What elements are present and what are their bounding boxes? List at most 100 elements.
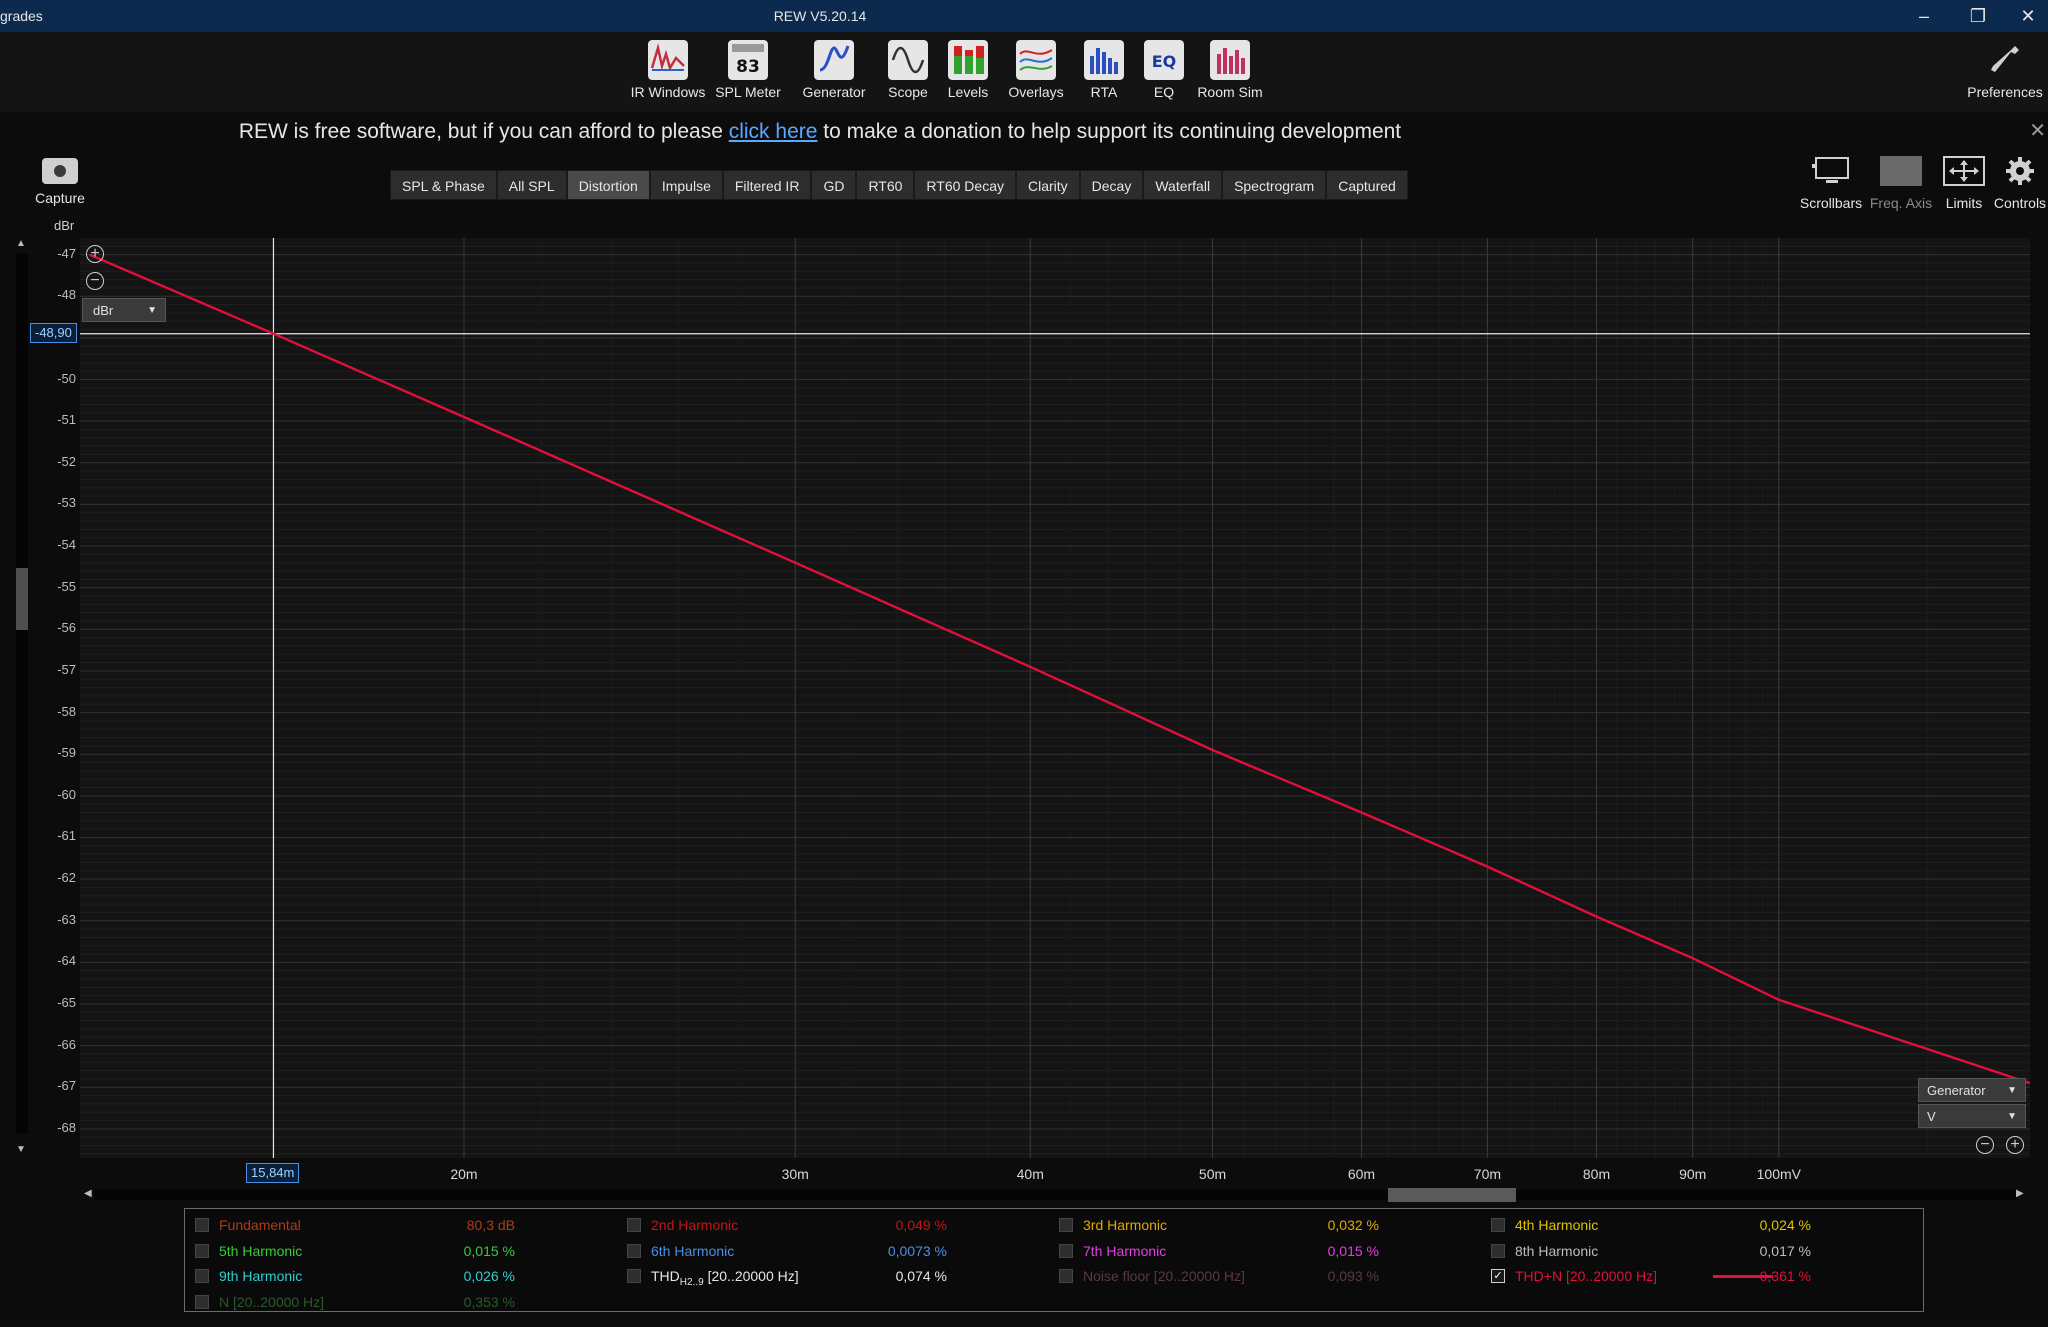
close-button[interactable]: ✕ xyxy=(2008,2,2048,30)
ir-windows-button[interactable]: IR Windows xyxy=(626,40,710,100)
y-tick-label: -62 xyxy=(57,870,76,886)
legend-value: 0,024 % xyxy=(1759,1217,1811,1233)
legend-checkbox[interactable] xyxy=(1059,1218,1073,1232)
horizontal-scroll-track[interactable] xyxy=(94,1190,2016,1200)
generator-unit-select[interactable]: V ▼ xyxy=(1918,1104,2026,1128)
tab-rt60[interactable]: RT60 xyxy=(856,170,915,200)
chevron-down-icon: ▼ xyxy=(2007,1111,2017,1122)
distortion-plot[interactable] xyxy=(80,238,2030,1158)
tab-decay[interactable]: Decay xyxy=(1079,170,1144,200)
legend-label: Fundamental xyxy=(219,1217,301,1233)
tab-waterfall[interactable]: Waterfall xyxy=(1143,170,1223,200)
tab-filtered-ir[interactable]: Filtered IR xyxy=(722,170,812,200)
freq-axis-button[interactable]: Freq. Axis xyxy=(1868,156,1934,211)
x-tick-label: 30m xyxy=(781,1166,809,1182)
tab-captured[interactable]: Captured xyxy=(1326,170,1408,200)
legend-value: 0,032 % xyxy=(1327,1217,1379,1233)
legend-checkbox[interactable] xyxy=(1491,1218,1505,1232)
horizontal-scrollbar[interactable]: ◀ ▶ xyxy=(84,1186,2026,1204)
legend-item[interactable]: 4th Harmonic 0,024 % xyxy=(1491,1215,1911,1235)
limits-button[interactable]: Limits xyxy=(1938,156,1990,211)
zoom-in-y-icon[interactable]: + xyxy=(86,245,104,263)
legend-checkbox[interactable] xyxy=(195,1243,209,1258)
minimize-button[interactable]: – xyxy=(1904,2,1944,30)
scrollbars-button[interactable]: Scrollbars xyxy=(1796,156,1866,211)
y-tick-label: -56 xyxy=(57,620,76,636)
legend-checkbox[interactable] xyxy=(1059,1243,1073,1258)
legend-checkbox[interactable] xyxy=(195,1218,209,1232)
tab-spl-phase[interactable]: SPL & Phase xyxy=(390,170,497,200)
x-tick-label: 40m xyxy=(1016,1166,1044,1182)
y-tick-label: -68 xyxy=(57,1119,76,1135)
restore-button[interactable]: ❐ xyxy=(1958,2,1998,30)
tab-clarity[interactable]: Clarity xyxy=(1015,170,1080,200)
legend-checkbox[interactable] xyxy=(1491,1243,1505,1258)
legend-checkbox[interactable] xyxy=(1059,1269,1073,1283)
tab-all-spl[interactable]: All SPL xyxy=(496,170,567,200)
scroll-left-icon[interactable]: ◀ xyxy=(84,1188,92,1199)
legend-item[interactable]: 6th Harmonic 0,0073 % xyxy=(627,1241,1047,1261)
tab-rt60-decay[interactable]: RT60 Decay xyxy=(914,170,1016,200)
legend-item[interactable]: 7th Harmonic 0,015 % xyxy=(1059,1241,1479,1261)
tab-impulse[interactable]: Impulse xyxy=(649,170,723,200)
scope-icon xyxy=(888,40,928,80)
legend-item[interactable]: THDH2..9 [20..20000 Hz] 0,074 % xyxy=(627,1266,1047,1288)
generator-icon xyxy=(814,40,854,80)
y-tick-label: -67 xyxy=(57,1078,76,1094)
y-tick-label: -66 xyxy=(57,1036,76,1052)
capture-button[interactable]: Capture xyxy=(28,158,92,206)
legend-label-subscript: H2..9 xyxy=(679,1276,704,1288)
legend-label: Noise floor [20..20000 Hz] xyxy=(1083,1268,1245,1284)
legend-checkbox[interactable] xyxy=(627,1243,641,1258)
tab-distortion[interactable]: Distortion xyxy=(566,170,650,200)
donation-link[interactable]: click here xyxy=(729,120,818,143)
close-banner-icon[interactable]: ✕ xyxy=(2029,118,2046,143)
controls-button[interactable]: Controls xyxy=(1992,156,2048,211)
preferences-button[interactable]: Preferences xyxy=(1962,40,2048,100)
legend-item[interactable]: Noise floor [20..20000 Hz] 0,093 % xyxy=(1059,1266,1479,1286)
room-sim-button[interactable]: Room Sim xyxy=(1188,40,1272,100)
y-tick-label: -50 xyxy=(57,370,76,386)
generator-button[interactable]: Generator xyxy=(792,40,876,100)
legend-label: 9th Harmonic xyxy=(219,1268,303,1284)
y-tick-label: -60 xyxy=(57,786,76,802)
ir-windows-icon xyxy=(648,40,688,80)
horizontal-scroll-thumb[interactable] xyxy=(1388,1188,1516,1202)
generator-select-value: Generator xyxy=(1927,1083,1986,1098)
zoom-out-x-icon[interactable]: − xyxy=(1976,1136,1994,1154)
tab-spectrogram[interactable]: Spectrogram xyxy=(1222,170,1327,200)
legend-item[interactable]: 2nd Harmonic 0,049 % xyxy=(627,1215,1047,1235)
eq-icon: EQ xyxy=(1144,40,1184,80)
legend-checkbox[interactable]: ✓ xyxy=(1491,1269,1505,1283)
legend-value: 80,3 dB xyxy=(466,1217,515,1233)
y-tick-label: -47 xyxy=(57,245,76,261)
generator-select[interactable]: Generator ▼ xyxy=(1918,1078,2026,1102)
chevron-down-icon: ▼ xyxy=(2007,1085,2017,1096)
legend-item[interactable]: ✓ THD+N [20..20000 Hz] 0,361 % xyxy=(1491,1266,1911,1286)
legend-item[interactable]: 3rd Harmonic 0,032 % xyxy=(1059,1215,1479,1235)
zoom-in-x-icon[interactable]: + xyxy=(2006,1136,2024,1154)
y-unit-select[interactable]: dBr ▼ xyxy=(82,298,166,322)
spl-meter-button[interactable]: 83 SPL Meter xyxy=(706,40,790,100)
legend-item[interactable]: Fundamental 80,3 dB xyxy=(195,1215,615,1235)
legend-item[interactable]: N [20..20000 Hz] 0,353 % xyxy=(195,1292,615,1312)
zoom-out-y-icon[interactable]: − xyxy=(86,272,104,290)
tab-gd[interactable]: GD xyxy=(811,170,857,200)
limits-icon xyxy=(1943,156,1985,186)
legend-item[interactable]: 5th Harmonic 0,015 % xyxy=(195,1241,615,1261)
legend-value: 0,015 % xyxy=(1327,1242,1379,1259)
y-axis-unit: dBr xyxy=(54,218,75,233)
series-line-thd-n xyxy=(89,253,2030,1085)
legend-checkbox[interactable] xyxy=(627,1269,641,1283)
legend-checkbox[interactable] xyxy=(195,1294,209,1309)
scroll-right-icon[interactable]: ▶ xyxy=(2016,1188,2024,1199)
legend-item[interactable]: 9th Harmonic 0,026 % xyxy=(195,1266,615,1286)
freq-axis-icon xyxy=(1880,156,1922,186)
monitor-icon xyxy=(1812,157,1849,183)
y-tick-label: -55 xyxy=(57,578,76,594)
legend-checkbox[interactable] xyxy=(627,1218,641,1232)
scroll-down-icon[interactable]: ▼ xyxy=(16,1144,26,1155)
legend-item[interactable]: 8th Harmonic 0,017 % xyxy=(1491,1241,1911,1261)
overlays-icon xyxy=(1016,40,1056,80)
legend-checkbox[interactable] xyxy=(195,1269,209,1283)
